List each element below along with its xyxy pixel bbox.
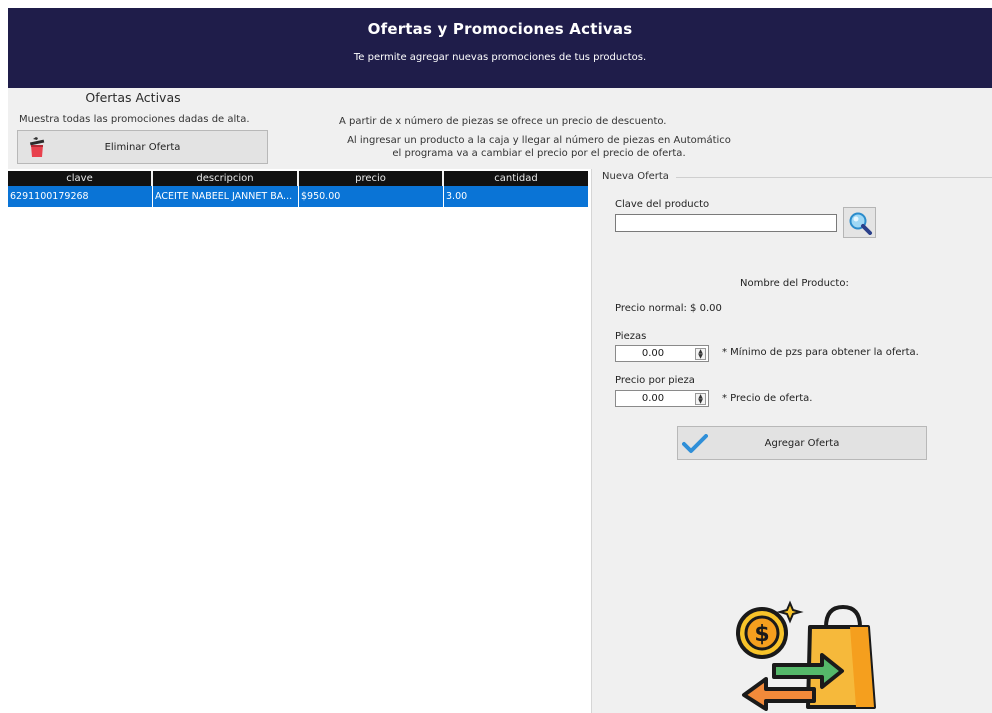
pieces-label: Piezas [615, 331, 647, 342]
new-offer-panel: Nueva Oferta Clave del producto Nombre d… [591, 169, 992, 713]
normal-price-label: Precio normal: $ 0.00 [615, 303, 722, 314]
svg-text:$: $ [754, 622, 769, 647]
info-line-1: A partir de x número de piezas se ofrece… [339, 116, 667, 127]
page-title: Ofertas y Promociones Activas [367, 20, 633, 38]
column-header-clave[interactable]: clave [8, 171, 153, 186]
cell-clave: 6291100179268 [8, 186, 153, 207]
info-paragraph: Al ingresar un producto a la caja y lleg… [339, 134, 739, 160]
pieces-hint: * Mínimo de pzs para obtener la oferta. [722, 347, 919, 358]
new-offer-group-title: Nueva Oferta [601, 171, 670, 182]
add-offer-label: Agregar Oferta [764, 438, 840, 449]
product-key-label: Clave del producto [615, 199, 710, 210]
active-offers-title: Ofertas Activas [85, 90, 181, 105]
offers-table: clave descripcion precio cantidad 629110… [8, 171, 588, 207]
unit-price-label: Precio por pieza [615, 375, 695, 386]
search-product-button[interactable] [843, 207, 876, 238]
cell-descripcion: ACEITE NABEEL JANNET BA... [153, 186, 299, 207]
table-header: clave descripcion precio cantidad [8, 171, 588, 186]
magnifier-icon [849, 212, 872, 235]
unit-price-stepper[interactable]: 0.00 ▲ ▼ [615, 390, 709, 407]
add-offer-button[interactable]: Agregar Oferta [677, 426, 927, 460]
discount-offer-illustration: $ [730, 599, 880, 713]
column-header-cantidad[interactable]: cantidad [444, 171, 588, 186]
info-line-3: el programa va a cambiar el precio por e… [392, 148, 686, 159]
cell-cantidad: 3.00 [446, 191, 468, 202]
page-subtitle: Te permite agregar nuevas promociones de… [353, 52, 647, 63]
group-divider [676, 177, 992, 178]
unit-price-value: 0.00 [641, 393, 665, 404]
product-name-label: Nombre del Producto: [740, 278, 849, 289]
info-line-2: Al ingresar un producto a la caja y lleg… [347, 135, 731, 146]
cell-precio: $950.00 [299, 186, 444, 207]
column-header-descripcion[interactable]: descripcion [153, 171, 299, 186]
delete-offer-button[interactable]: Eliminar Oferta [17, 130, 268, 164]
pieces-stepper[interactable]: 0.00 ▲ ▼ [615, 345, 709, 362]
spinner-arrows-icon[interactable]: ▲ ▼ [695, 393, 706, 405]
column-header-precio[interactable]: precio [299, 171, 444, 186]
spinner-arrows-icon[interactable]: ▲ ▼ [695, 348, 706, 360]
product-key-input[interactable] [615, 214, 837, 232]
delete-offer-label: Eliminar Oferta [104, 142, 181, 153]
pieces-value: 0.00 [641, 348, 665, 359]
app-header: Ofertas y Promociones Activas Te permite… [8, 8, 992, 88]
table-row[interactable]: 6291100179268 ACEITE NABEEL JANNET BA...… [8, 186, 588, 207]
unit-price-hint: * Precio de oferta. [722, 393, 813, 404]
active-offers-subtitle: Muestra todas las promociones dadas de a… [19, 114, 250, 125]
